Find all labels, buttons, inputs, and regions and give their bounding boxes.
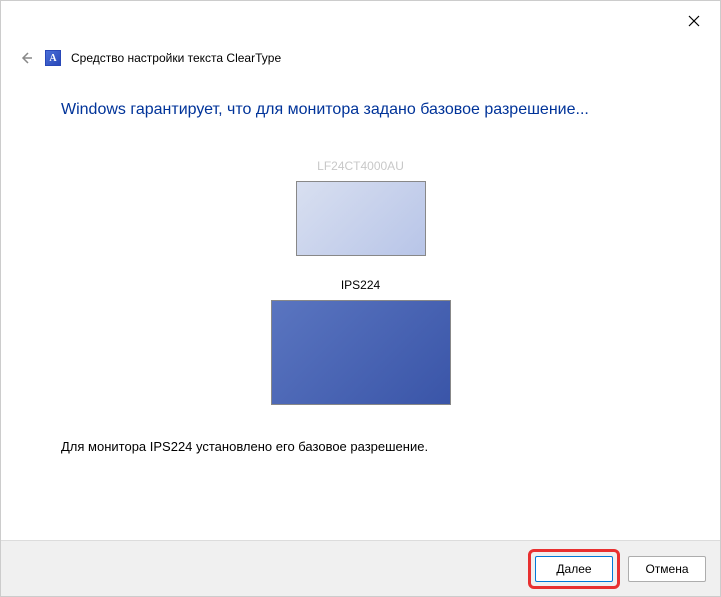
close-icon[interactable] [684,11,704,31]
content-area: Windows гарантирует, что для монитора за… [1,71,720,540]
status-text: Для монитора IPS224 установлено его базо… [61,439,660,454]
monitors-area: LF24CT4000AU IPS224 [61,159,660,405]
page-title: Средство настройки текста ClearType [71,51,281,65]
monitor-1-label: LF24CT4000AU [317,159,404,173]
titlebar [1,1,720,41]
next-button-highlight: Далее [528,549,620,589]
monitor-2-label: IPS224 [341,278,380,292]
monitor-2-thumbnail[interactable] [271,300,451,405]
main-heading: Windows гарантирует, что для монитора за… [61,101,660,119]
footer: Далее Отмена [1,540,720,596]
cancel-button[interactable]: Отмена [628,556,706,582]
back-arrow-icon[interactable] [17,49,35,67]
header-row: A Средство настройки текста ClearType [1,41,720,71]
cleartype-wizard-window: A Средство настройки текста ClearType Wi… [0,0,721,597]
app-icon: A [45,50,61,66]
monitor-1-thumbnail[interactable] [296,181,426,256]
next-button[interactable]: Далее [535,556,613,582]
